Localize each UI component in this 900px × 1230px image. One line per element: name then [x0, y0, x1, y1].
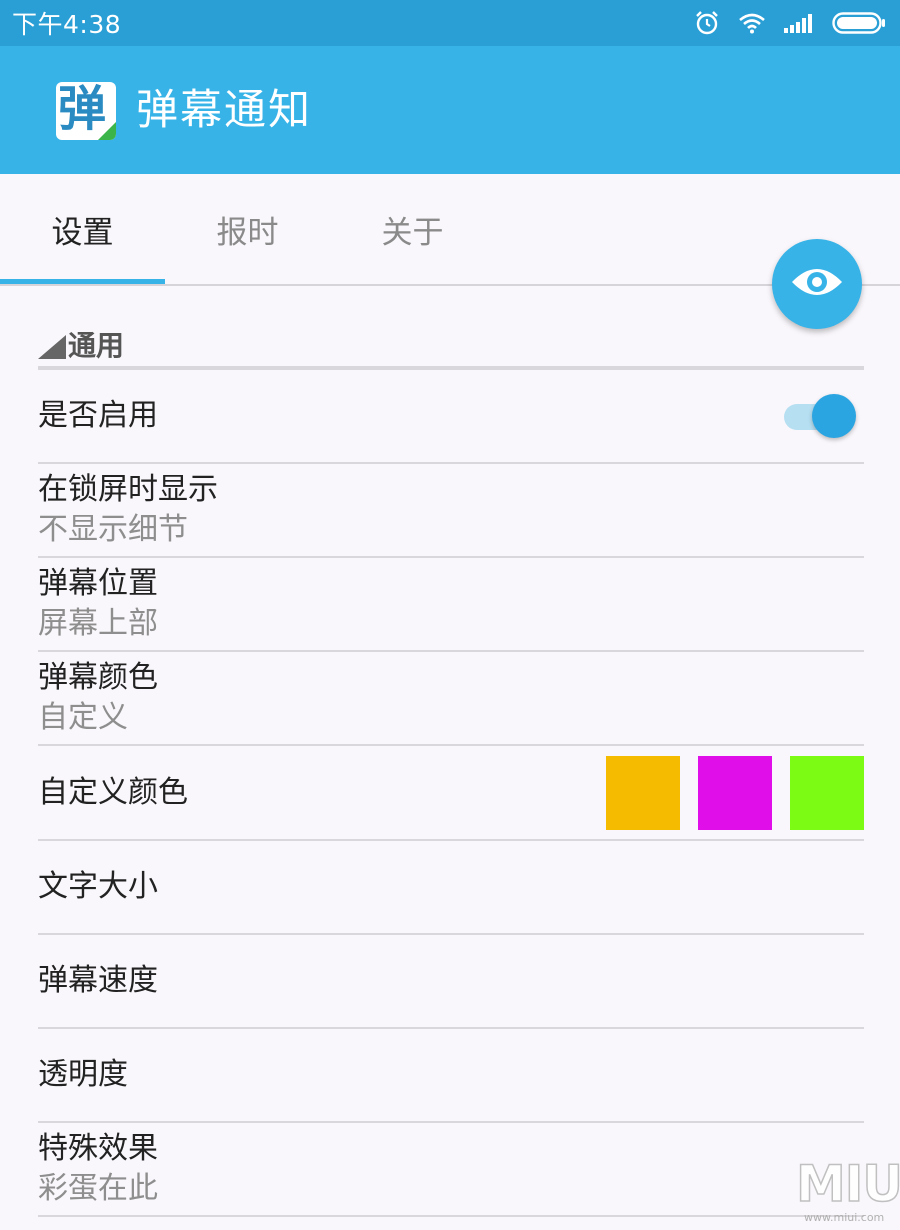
status-time: 下午4:38: [12, 10, 122, 39]
color-swatch-1[interactable]: [606, 756, 680, 830]
logo-corner-icon: [98, 122, 116, 140]
app-title: 弹幕通知: [136, 85, 313, 134]
setting-position-summary: 屏幕上部: [38, 606, 158, 641]
setting-position-title: 弹幕位置: [38, 566, 158, 601]
section-triangle-icon: [38, 335, 66, 359]
setting-lockscreen[interactable]: 在锁屏时显示 不显示细节: [38, 464, 864, 558]
tab-indicator: [0, 279, 165, 284]
setting-position[interactable]: 弹幕位置 屏幕上部: [38, 558, 864, 652]
wifi-icon: [738, 12, 766, 34]
tab-settings[interactable]: 设置: [0, 174, 165, 284]
section-header-general: 通用: [38, 322, 124, 366]
preview-fab-button[interactable]: [772, 239, 862, 329]
setting-opacity[interactable]: 透明度: [38, 1029, 864, 1123]
status-bar: 下午4:38: [0, 0, 900, 46]
tab-timekeeping[interactable]: 报时: [165, 174, 330, 284]
setting-effects[interactable]: 特殊效果 彩蛋在此: [38, 1123, 864, 1217]
color-swatch-2[interactable]: [698, 756, 772, 830]
setting-color-summary: 自定义: [38, 700, 128, 735]
tab-bar: 设置 报时 关于: [0, 174, 900, 286]
section-title: 通用: [68, 329, 125, 362]
setting-speed[interactable]: 弹幕速度: [38, 935, 864, 1029]
setting-enable-title: 是否启用: [38, 398, 158, 433]
enable-toggle[interactable]: [784, 394, 856, 438]
signal-icon: [784, 13, 814, 33]
toggle-thumb: [812, 394, 856, 438]
setting-text-size-title: 文字大小: [38, 869, 158, 904]
watermark-brand: MIUI: [795, 1155, 900, 1213]
setting-effects-summary: 彩蛋在此: [38, 1171, 158, 1206]
watermark-site: www.miui.com: [804, 1211, 885, 1224]
color-swatches: [606, 756, 864, 830]
battery-icon: [832, 11, 886, 35]
setting-color-title: 弹幕颜色: [38, 660, 158, 695]
setting-custom-color-title: 自定义颜色: [38, 774, 188, 810]
alarm-icon: [694, 10, 720, 36]
setting-opacity-title: 透明度: [38, 1057, 128, 1092]
app-logo: 弹: [56, 82, 116, 140]
color-swatch-3[interactable]: [790, 756, 864, 830]
eye-icon: [790, 264, 844, 304]
setting-lockscreen-summary: 不显示细节: [38, 512, 188, 547]
setting-speed-title: 弹幕速度: [38, 963, 158, 998]
setting-lockscreen-title: 在锁屏时显示: [38, 472, 218, 507]
setting-text-size[interactable]: 文字大小: [38, 841, 864, 935]
status-icons: [694, 10, 886, 36]
miui-watermark: MIUI www.miui.com: [795, 1155, 900, 1228]
app-bar: 弹 弹幕通知: [0, 46, 900, 174]
setting-enable[interactable]: 是否启用: [38, 370, 864, 464]
setting-color[interactable]: 弹幕颜色 自定义: [38, 652, 864, 746]
setting-effects-title: 特殊效果: [38, 1131, 158, 1166]
setting-custom-color[interactable]: 自定义颜色: [38, 746, 864, 841]
tab-about[interactable]: 关于: [330, 174, 495, 284]
